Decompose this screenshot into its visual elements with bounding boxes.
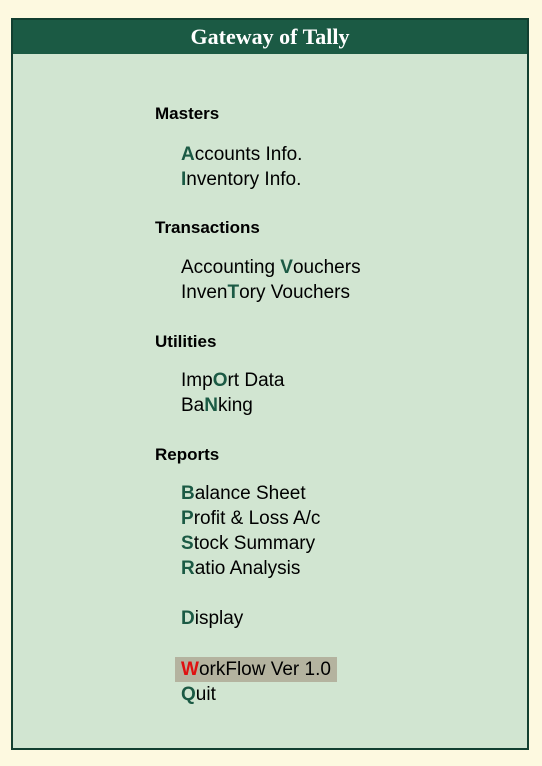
section-heading-transactions: Transactions (155, 218, 260, 237)
menu-item-import-data[interactable]: ImpOrt Data (181, 368, 285, 393)
menu-item-hotkey: O (212, 370, 228, 391)
section-heading-masters: Masters (155, 104, 220, 123)
menu-item-accounts-info[interactable]: Accounts Info. (181, 142, 302, 167)
menu-item-quit[interactable]: Quit (181, 682, 216, 707)
menu-item-post: rt Data (227, 370, 285, 391)
menu-item-ratio-analysis[interactable]: Ratio Analysis (181, 556, 300, 581)
menu-item-hotkey: T (227, 282, 240, 303)
window-title: Gateway of Tally (13, 20, 527, 54)
menu-item-post: king (217, 395, 253, 416)
section-heading-utilities: Utilities (155, 332, 217, 351)
section-heading-reports: Reports (155, 445, 220, 464)
menu-item-profit-loss[interactable]: Profit & Loss A/c (181, 506, 320, 531)
menu-item-hotkey: Q (181, 684, 196, 705)
menu-item-pre: Inven (181, 282, 228, 303)
menu-item-post: ory Vouchers (239, 282, 350, 303)
menu-item-display[interactable]: Display (181, 606, 243, 631)
menu-item-hotkey: W (181, 659, 199, 680)
menu-item-post: tock Summary (193, 533, 316, 554)
menu-item-post: nventory Info. (186, 169, 302, 190)
menu-item-inventory-vouchers[interactable]: InvenTory Vouchers (181, 280, 350, 305)
menu-item-hotkey: S (181, 533, 194, 554)
menu-item-hotkey: A (181, 144, 195, 165)
menu-item-pre: Imp (181, 370, 213, 391)
menu-item-banking[interactable]: BaNking (181, 393, 253, 418)
menu-item-post: alance Sheet (194, 483, 306, 504)
gateway-panel: Gateway of Tally Masters Accounts Info. … (11, 18, 529, 750)
menu-item-balance-sheet[interactable]: Balance Sheet (181, 481, 306, 506)
menu-item-post: ouchers (292, 257, 361, 278)
menu-item-hotkey: N (204, 395, 218, 416)
menu-item-inventory-info[interactable]: Inventory Info. (181, 167, 301, 192)
menu-item-workflow[interactable]: WorkFlow Ver 1.0 (175, 657, 337, 682)
menu-item-hotkey: B (181, 483, 195, 504)
menu-item-post: atio Analysis (194, 558, 301, 579)
menu-item-post: rofit & Loss A/c (193, 508, 321, 529)
menu-item-hotkey: P (181, 508, 194, 529)
menu-item-pre: Ba (181, 395, 205, 416)
menu-item-hotkey: R (181, 558, 195, 579)
menu-item-hotkey: V (280, 257, 293, 278)
menu-item-stock-summary[interactable]: Stock Summary (181, 531, 315, 556)
menu-item-accounting-vouchers[interactable]: Accounting Vouchers (181, 255, 361, 280)
menu-item-post: orkFlow Ver 1.0 (198, 659, 331, 680)
menu-item-hotkey: D (181, 608, 195, 629)
menu-item-post: ccounts Info. (194, 144, 303, 165)
menu-item-post: uit (195, 684, 216, 705)
menu-item-post: isplay (194, 608, 244, 629)
menu-item-pre: Accounting (181, 257, 281, 278)
